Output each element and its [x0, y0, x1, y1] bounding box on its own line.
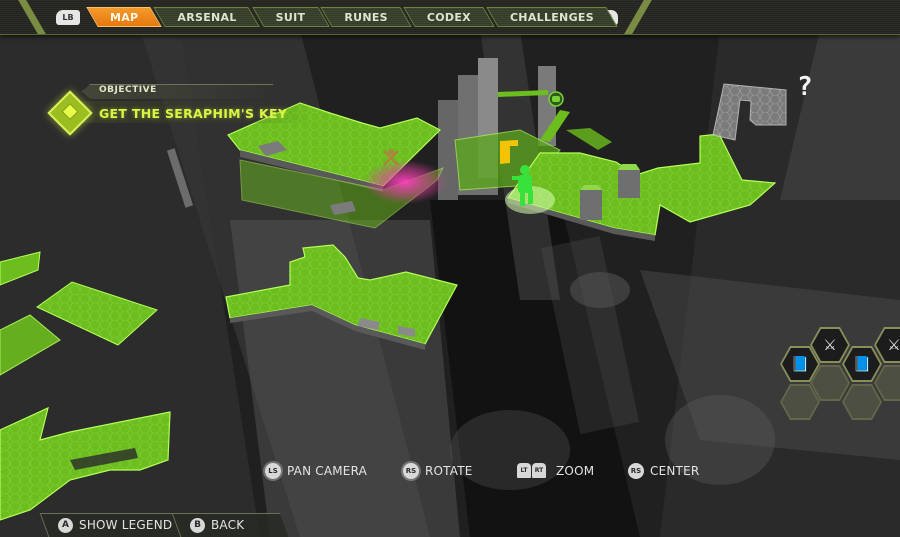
objective-title: GET THE SERAPHIM'S KEY [99, 106, 288, 121]
platform-crate [580, 190, 602, 220]
hint-label: PAN CAMERA [287, 464, 368, 478]
back-label: BACK [211, 518, 245, 532]
unknown-location-marker[interactable]: ? [797, 72, 813, 102]
hint-center: RS CENTER [628, 463, 699, 479]
hint-rotate: RS ROTATE [403, 463, 473, 479]
back-button[interactable]: B BACK [176, 513, 284, 537]
tab-arsenal[interactable]: ARSENAL [159, 7, 254, 27]
hint-label: ROTATE [425, 464, 473, 478]
legend-hex[interactable]: 📘 [842, 346, 882, 382]
objective-label: OBJECTIVE [99, 85, 157, 95]
map-3d-view[interactable] [0, 0, 900, 537]
tab-suit[interactable]: SUIT [258, 7, 324, 27]
left-bumper-button[interactable]: LB [56, 10, 80, 25]
nav-bar-edge [624, 0, 652, 34]
tab-list: MAP ARSENAL SUIT RUNES CODEX CHALLENGES [92, 7, 612, 27]
hazard-zone [363, 160, 447, 204]
top-nav-bar: LB MAP ARSENAL SUIT RUNES CODEX CHALLENG… [0, 0, 900, 35]
tab-runes[interactable]: RUNES [326, 7, 406, 27]
a-button-icon: A [58, 517, 73, 533]
hint-label: ZOOM [556, 463, 595, 478]
crossed-swords-icon: ⚔ [812, 329, 848, 361]
hint-label: CENTER [650, 464, 700, 478]
b-button-icon: B [190, 517, 205, 533]
hint-zoom: LT RT ZOOM [517, 463, 594, 478]
crossed-swords-icon: ⚔ [876, 329, 900, 361]
nav-bar-edge [18, 0, 46, 34]
platform-crate [618, 170, 640, 198]
codex-book-icon: 📘 [782, 348, 818, 380]
tab-challenges[interactable]: CHALLENGES [492, 7, 612, 27]
codex-book-icon: 📘 [844, 348, 880, 380]
right-trigger-icon: RT [532, 463, 546, 478]
left-stick-icon: LS [265, 463, 281, 479]
right-stick-click-icon: RS [628, 463, 644, 479]
right-stick-icon: RS [403, 463, 419, 479]
show-legend-label: SHOW LEGEND [79, 518, 173, 532]
legend-hex-grid: 📘 ⚔ 📘 ⚔ [770, 320, 900, 430]
helmet-marker[interactable] [548, 91, 564, 107]
tab-codex[interactable]: CODEX [409, 7, 489, 27]
tab-map[interactable]: MAP [92, 7, 156, 27]
legend-hex-empty [842, 384, 882, 420]
left-trigger-icon: LT [517, 463, 531, 478]
hint-pan-camera: LS PAN CAMERA [265, 463, 367, 479]
